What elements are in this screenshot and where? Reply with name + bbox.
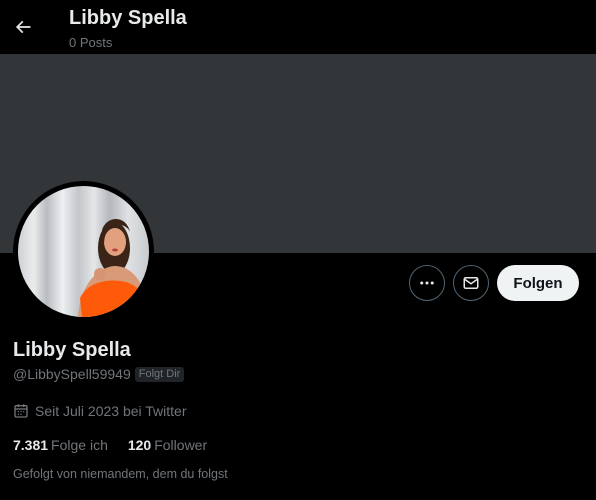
following-count: 7.381	[13, 437, 49, 453]
back-button[interactable]	[8, 12, 38, 42]
avatar-photo	[18, 186, 149, 317]
calendar-icon	[14, 404, 28, 418]
following-link[interactable]: 7.381 Folge ich	[13, 437, 108, 453]
following-label: Folge ich	[51, 437, 108, 453]
followers-label: Follower	[154, 437, 208, 453]
arrow-left-icon	[15, 20, 31, 34]
joined-date: Seit Juli 2023 bei Twitter	[35, 403, 187, 419]
posts-count: 0 Posts	[69, 35, 113, 50]
followed-by-text: Gefolgt von niemandem, dem du folgst	[13, 467, 228, 481]
avatar[interactable]	[13, 181, 154, 322]
avatar-photo-art	[78, 219, 149, 317]
followers-count: 120	[127, 437, 152, 453]
display-name: Libby Spella	[13, 339, 131, 361]
handle-row: @LibbySpell59949 Folgt Dir	[13, 366, 185, 382]
envelope-icon	[463, 277, 479, 289]
followers-link[interactable]: 120 Follower	[128, 437, 207, 453]
follow-button[interactable]: Folgen	[497, 265, 579, 301]
header-title: Libby Spella	[69, 7, 187, 29]
top-bar: Libby Spella 0 Posts	[0, 0, 596, 54]
stats-row: 7.381 Folge ich 120 Follower	[13, 437, 207, 453]
user-handle: @LibbySpell59949	[13, 366, 131, 382]
follows-you-badge: Folgt Dir	[134, 366, 185, 382]
more-button[interactable]	[409, 265, 445, 301]
more-horizontal-icon	[420, 281, 434, 285]
message-button[interactable]	[453, 265, 489, 301]
joined-row: Seit Juli 2023 bei Twitter	[13, 403, 187, 419]
